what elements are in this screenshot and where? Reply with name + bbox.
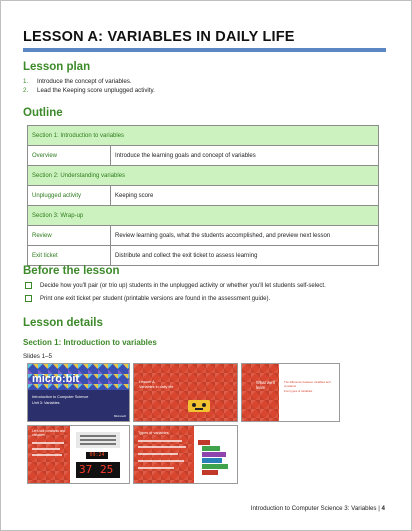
slides-label: Slides 1–5 (23, 353, 52, 360)
slide-thumbnail-3[interactable]: What we'll learn The difference between … (241, 363, 340, 422)
slide-line-2: Variables in daily life (139, 385, 174, 389)
slide-thumbnail-1[interactable]: micro:bit Introduction to Computer Scien… (27, 363, 130, 422)
slide-thumbnail-4[interactable]: Let's talk constants and variables 09:24… (27, 425, 130, 484)
section-cell: Section 2: Understanding variables (27, 165, 379, 186)
list-item: 2. Lead the Keeping score unplugged acti… (23, 86, 155, 95)
list-number: 1. (23, 78, 29, 85)
footer-text: Introduction to Computer Science 3: Vari… (250, 505, 382, 512)
row-value: Keeping score (110, 185, 379, 206)
table-row: Section 2: Understanding variables (27, 165, 379, 186)
code-block (202, 452, 226, 457)
score-home: 37 (79, 463, 93, 476)
list-text: Print one exit ticket per student (print… (40, 295, 271, 302)
section-cell: Section 1: Introduction to variables (27, 125, 379, 146)
robot-icon (188, 400, 210, 412)
row-key: Exit ticket (27, 245, 111, 266)
slide-line-2: Unit 3: Variables (32, 401, 60, 405)
list-text: Decide how you'll pair (or trio up) stud… (40, 282, 326, 289)
slide-line-1: Introduction to Computer Science (32, 395, 89, 399)
table-row: Section 1: Introduction to variables (27, 125, 379, 146)
checkbox-icon (25, 282, 32, 289)
list-item: 1. Introduce the concept of variables. (23, 77, 155, 86)
lesson-title: LESSON A: VARIABLES IN DAILY LIFE (23, 29, 295, 45)
clock-display: 09:24 (86, 452, 108, 459)
lesson-details-heading: Lesson details (23, 317, 103, 329)
microsoft-logo: Microsoft (113, 414, 126, 418)
row-key: Unplugged activity (27, 185, 111, 206)
slide-bullet-1: The difference between variables and con… (284, 380, 331, 388)
section-heading: Section 1: Introduction to variables (23, 338, 157, 347)
list-text: Lead the Keeping score unplugged activit… (37, 87, 155, 94)
slide-thumbnail-2[interactable]: Lesson A Variables in daily life (133, 363, 238, 422)
score-away: 25 (100, 463, 114, 476)
code-block (202, 464, 228, 469)
lesson-plan-heading: Lesson plan (23, 61, 91, 73)
row-value: Review learning goals, what the students… (110, 225, 379, 246)
photo-placeholder (76, 432, 120, 448)
checkbox-icon (25, 295, 32, 302)
slide-title: What we'll learn (256, 380, 275, 390)
lesson-plan-list: 1. Introduce the concept of variables. 2… (23, 77, 155, 95)
page-footer: Introduction to Computer Science 3: Vari… (251, 505, 385, 512)
row-key: Review (27, 225, 111, 246)
slide-title: Types of variables (138, 431, 169, 435)
table-row: Overview Introduce the learning goals an… (27, 145, 379, 166)
row-key: Overview (27, 145, 111, 166)
table-row: Review Review learning goals, what the s… (27, 225, 379, 246)
code-block (202, 470, 218, 475)
title-rule (23, 48, 386, 52)
table-row: Section 3: Wrap-up (27, 205, 379, 226)
before-lesson-heading: Before the lesson (23, 265, 120, 277)
code-block (202, 458, 222, 463)
table-row: Exit ticket Distribute and collect the e… (27, 245, 379, 266)
slide-thumbnail-5[interactable]: Types of variables (133, 425, 238, 484)
scoreboard: 37 25 (76, 462, 120, 478)
section-cell: Section 3: Wrap-up (27, 205, 379, 226)
slide-title: Let's talk constants and variables (32, 429, 66, 437)
row-value: Distribute and collect the exit ticket t… (110, 245, 379, 266)
outline-heading: Outline (23, 107, 63, 119)
code-block (202, 446, 220, 451)
document-page: LESSON A: VARIABLES IN DAILY LIFE Lesson… (0, 0, 412, 531)
row-value: Introduce the learning goals and concept… (110, 145, 379, 166)
page-number: 4 (381, 505, 385, 512)
code-block (198, 440, 210, 445)
slide-bullet-2: Four types of variables (284, 389, 313, 393)
before-lesson-list: Decide how you'll pair (or trio up) stud… (25, 279, 326, 305)
red-panel (242, 364, 279, 421)
table-row: Unplugged activity Keeping score (27, 185, 379, 206)
list-item: Print one exit ticket per student (print… (25, 292, 326, 305)
microbit-logo: micro:bit (32, 373, 80, 385)
slide-line-1: Lesson A (139, 380, 155, 384)
list-text: Introduce the concept of variables. (37, 78, 132, 85)
outline-table: Section 1: Introduction to variables Ove… (27, 125, 379, 266)
list-number: 2. (23, 87, 29, 94)
list-item: Decide how you'll pair (or trio up) stud… (25, 279, 326, 292)
